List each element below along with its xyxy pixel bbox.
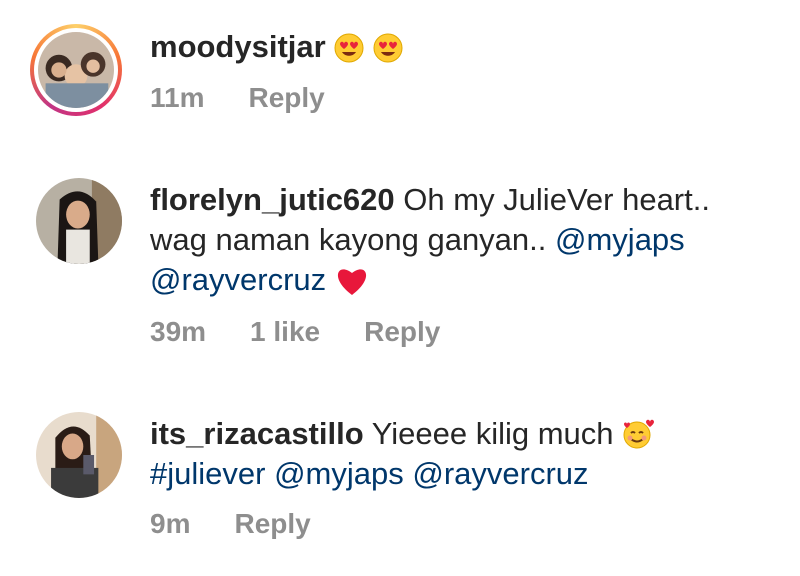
smiling-face-with-hearts-emoji-icon — [622, 418, 655, 450]
comment-meta: 39m 1 like Reply — [150, 316, 440, 348]
avatar-image — [36, 178, 122, 264]
heart-eyes-emoji-icon — [373, 33, 403, 63]
red-heart-emoji-icon — [335, 266, 369, 296]
avatar-image — [36, 412, 122, 498]
heart-eyes-emoji-icon — [334, 33, 364, 63]
timestamp: 9m — [150, 508, 191, 539]
reply-button[interactable]: Reply — [364, 316, 440, 348]
mention-link[interactable]: @rayvercruz — [412, 456, 588, 491]
username[interactable]: florelyn_jutic620 — [150, 182, 395, 217]
comment-meta: 9m Reply — [150, 508, 311, 540]
reply-button[interactable]: Reply — [234, 508, 310, 540]
comment-text: Yieeee kilig much — [371, 416, 614, 451]
timestamp: 39m — [150, 316, 207, 347]
comment-body: florelyn_jutic620 Oh my JulieVer heart..… — [150, 180, 770, 300]
username[interactable]: its_rizacastillo — [150, 416, 364, 451]
avatar-moodysitjar[interactable] — [30, 24, 122, 116]
mention-link[interactable]: @rayvercruz — [150, 262, 326, 297]
comment-body: its_rizacastillo Yieeee kilig much #juli… — [150, 414, 770, 494]
avatar-florelyn[interactable] — [36, 178, 122, 264]
comment-meta: 11m Reply — [150, 82, 325, 114]
comment-body: moodysitjar — [150, 27, 770, 67]
timestamp: 11m — [150, 82, 205, 113]
username[interactable]: moodysitjar — [150, 29, 326, 64]
like-count[interactable]: 1 like — [250, 316, 320, 348]
mention-link[interactable]: @myjaps — [555, 222, 685, 257]
avatar-image — [38, 32, 114, 108]
reply-button[interactable]: Reply — [249, 82, 325, 114]
avatar-its-rizacastillo[interactable] — [36, 412, 122, 498]
mention-link[interactable]: @myjaps — [274, 456, 404, 491]
hashtag-link[interactable]: #juliever — [150, 456, 265, 491]
